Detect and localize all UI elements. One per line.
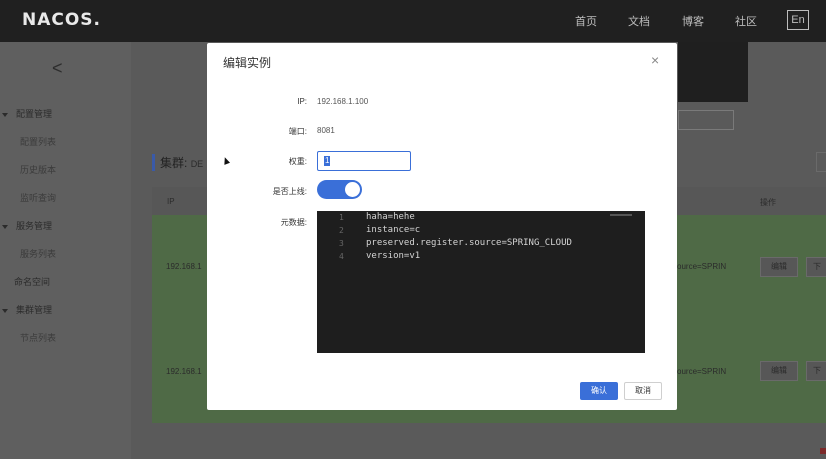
caret-down-icon <box>2 224 8 229</box>
sidebar-item-service-list[interactable]: 服务列表 <box>20 247 56 260</box>
editor-minimap <box>610 214 632 216</box>
row-metadata: ource=SPRIN <box>677 262 727 271</box>
offline-button[interactable]: 下 <box>806 361 826 381</box>
sidebar-group-service[interactable]: 服务管理 <box>2 219 52 232</box>
confirm-button[interactable]: 确认 <box>580 382 618 400</box>
nav-docs[interactable]: 文档 <box>628 13 650 29</box>
sidebar: < 配置管理 配置列表 历史版本 监听查询 服务管理 服务列表 命名空间 集群管… <box>0 42 131 459</box>
column-ip: IP <box>167 197 175 206</box>
sidebar-group-label: 服务管理 <box>16 221 53 231</box>
close-icon[interactable]: × <box>651 52 659 68</box>
row-metadata: ource=SPRIN <box>677 367 727 376</box>
metadata-label: 元数据: <box>280 218 307 227</box>
code-line: instance=c <box>366 225 421 235</box>
ip-label: IP: <box>297 97 307 106</box>
row-ip: 192.168.1 <box>166 367 202 376</box>
nav-home[interactable]: 首页 <box>575 13 597 29</box>
online-toggle[interactable] <box>317 180 362 199</box>
nav-community[interactable]: 社区 <box>735 13 757 29</box>
sidebar-group-cluster[interactable]: 集群管理 <box>2 303 52 316</box>
status-indicator <box>820 448 826 454</box>
edit-button[interactable]: 编辑 <box>760 361 798 381</box>
sidebar-group-label: 集群管理 <box>16 305 53 315</box>
background-corner-button[interactable] <box>816 152 826 172</box>
sidebar-item-history[interactable]: 历史版本 <box>20 163 56 176</box>
sidebar-group-label: 配置管理 <box>16 109 53 119</box>
line-number: 4 <box>339 252 344 261</box>
edit-instance-dialog: 编辑实例 × IP: 192.168.1.100 端口: 8081 权重: 1 … <box>207 43 677 410</box>
row-ip: 192.168.1 <box>166 262 202 271</box>
port-value: 8081 <box>317 126 335 135</box>
column-operations: 操作 <box>760 198 776 207</box>
code-line: preserved.register.source=SPRING_CLOUD <box>366 238 572 248</box>
online-label: 是否上线: <box>272 187 307 196</box>
language-switch-button[interactable]: En <box>787 10 809 30</box>
sidebar-item-listener[interactable]: 监听查询 <box>20 191 56 204</box>
toggle-knob <box>345 182 360 197</box>
collapse-sidebar-icon[interactable]: < <box>52 58 63 79</box>
cluster-name: DE <box>190 159 204 169</box>
code-line: haha=hehe <box>366 212 415 222</box>
line-number: 1 <box>339 213 344 222</box>
sidebar-item-namespace[interactable]: 命名空间 <box>14 275 50 288</box>
port-label: 端口: <box>288 127 307 136</box>
offline-button[interactable]: 下 <box>806 257 826 277</box>
cancel-button[interactable]: 取消 <box>624 382 662 400</box>
sidebar-item-node-list[interactable]: 节点列表 <box>20 331 56 344</box>
ip-value: 192.168.1.100 <box>317 97 369 106</box>
code-line: version=v1 <box>366 251 421 261</box>
dialog-title: 编辑实例 <box>223 56 272 70</box>
nav-blog[interactable]: 博客 <box>682 13 704 29</box>
sidebar-group-config[interactable]: 配置管理 <box>2 107 52 120</box>
line-number: 2 <box>339 226 344 235</box>
weight-value: 1 <box>324 156 331 166</box>
line-number: 3 <box>339 239 344 248</box>
background-search-input[interactable] <box>678 110 734 130</box>
caret-down-icon <box>2 308 8 313</box>
weight-input[interactable]: 1 <box>317 151 411 171</box>
metadata-editor[interactable]: 1 haha=hehe 2 instance=c 3 preserved.reg… <box>317 211 645 353</box>
background-panel <box>678 42 748 102</box>
cluster-title-label: 集群: <box>160 156 188 170</box>
weight-label: 权重: <box>288 157 307 166</box>
nacos-logo[interactable]: NACOS. <box>22 10 101 30</box>
edit-button[interactable]: 编辑 <box>760 257 798 277</box>
sidebar-item-config-list[interactable]: 配置列表 <box>20 135 56 148</box>
top-navbar: NACOS. 首页 文档 博客 社区 En <box>0 0 826 42</box>
caret-down-icon <box>2 112 8 117</box>
cluster-title: 集群: DE <box>152 154 203 171</box>
